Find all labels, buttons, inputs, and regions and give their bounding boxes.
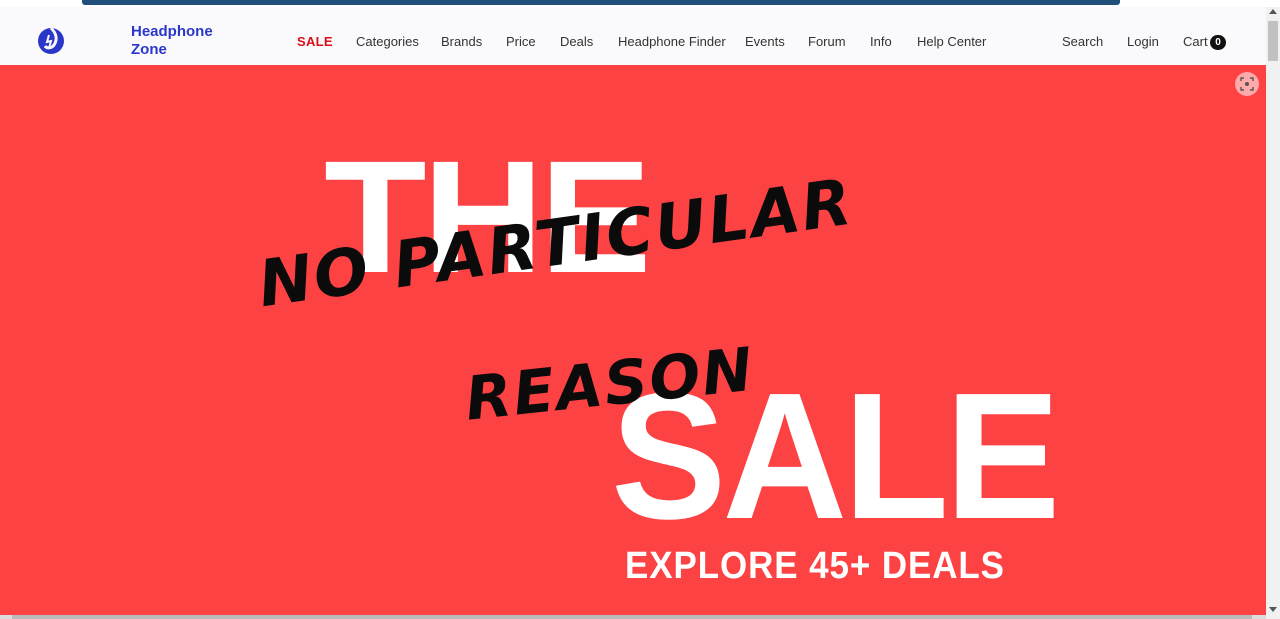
search-link[interactable]: Search: [1062, 34, 1103, 49]
visual-search-icon[interactable]: [1235, 72, 1259, 96]
site-header: Headphone Zone SALE Categories Brands Pr…: [0, 7, 1266, 65]
nav-brands[interactable]: Brands: [441, 34, 482, 49]
nav-deals[interactable]: Deals: [560, 34, 593, 49]
nav-forum[interactable]: Forum: [808, 34, 846, 49]
scroll-up-arrow-icon[interactable]: [1269, 9, 1277, 14]
nav-help-center[interactable]: Help Center: [917, 34, 986, 49]
horizontal-scrollbar-thumb[interactable]: [12, 615, 1252, 619]
cart-count-badge[interactable]: 0: [1210, 35, 1226, 50]
top-accent-bar: [82, 0, 1120, 5]
nav-categories[interactable]: Categories: [356, 34, 419, 49]
nav-sale[interactable]: SALE: [297, 34, 333, 49]
brand-name[interactable]: Headphone Zone: [131, 23, 231, 59]
browser-top-strip: [0, 0, 1280, 7]
nav-headphone-finder[interactable]: Headphone Finder: [618, 34, 726, 49]
nav-price[interactable]: Price: [506, 34, 536, 49]
scrollbar-thumb[interactable]: [1268, 21, 1278, 61]
vertical-scrollbar[interactable]: [1266, 7, 1280, 619]
hero-cta-text[interactable]: EXPLORE 45+ DEALS: [625, 545, 1005, 588]
hero-banner[interactable]: THE SALE NO PARTICULAR REASON EXPLORE 45…: [0, 65, 1266, 615]
scroll-down-arrow-icon[interactable]: [1269, 607, 1277, 612]
nav-info[interactable]: Info: [870, 34, 892, 49]
nav-events[interactable]: Events: [745, 34, 785, 49]
cart-link[interactable]: Cart: [1183, 34, 1208, 49]
headphone-zone-logo-icon[interactable]: [36, 25, 66, 55]
login-link[interactable]: Login: [1127, 34, 1159, 49]
